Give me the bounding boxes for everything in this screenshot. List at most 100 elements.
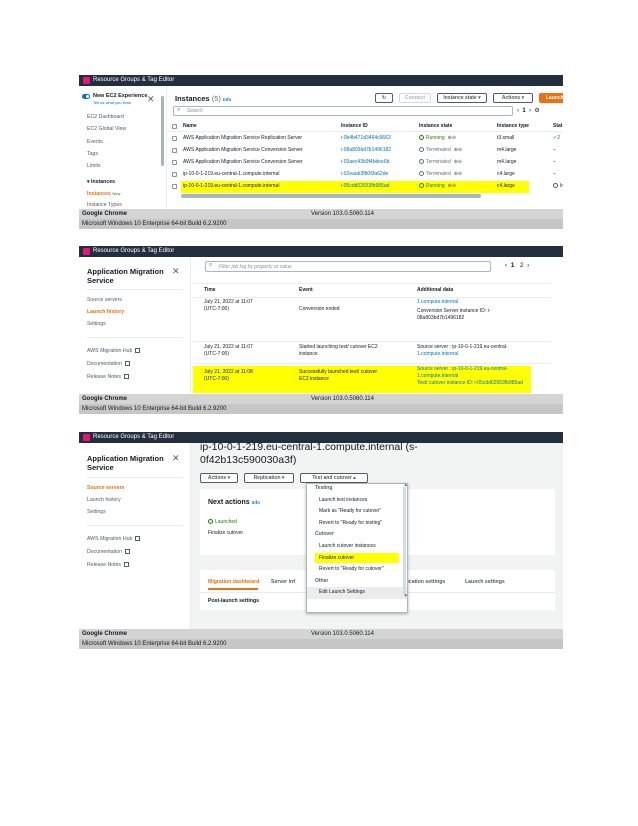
tab-migration-dashboard[interactable]: Migration dashboard [208, 579, 259, 585]
refresh-button[interactable]: ↻ [375, 93, 393, 103]
sidebar-item-instances[interactable]: Instances New [87, 191, 120, 197]
table-row[interactable]: AWS Application Migration Service Conver… [167, 157, 563, 169]
column-header-instance-id[interactable]: Instance ID [341, 123, 368, 130]
next-page-icon[interactable]: › [529, 108, 531, 114]
connect-button[interactable]: Connect [399, 93, 431, 103]
actions-button[interactable]: Actions ▾ [493, 93, 533, 103]
settings-gear-icon[interactable]: ⚙ [534, 108, 539, 114]
instance-state-button[interactable]: Instance state ▾ [437, 93, 487, 103]
row-checkbox[interactable] [172, 160, 177, 165]
sidebar-item-migration-hub[interactable]: AWS Migration Hub [87, 348, 141, 354]
sidebar-item-source-servers[interactable]: Source servers [87, 297, 122, 303]
menu-item-revert-ready-for-testing[interactable]: Revert to "Ready for testing" [307, 518, 407, 529]
sidebar-item-release-notes[interactable]: Release Notes [87, 562, 130, 568]
zoom-icons[interactable]: ⊕⊖ [448, 135, 456, 141]
sidebar-item-dashboard[interactable]: EC2 Dashboard [87, 114, 124, 120]
horizontal-scrollbar[interactable] [181, 194, 481, 198]
sidebar-item-migration-hub[interactable]: AWS Migration Hub [87, 536, 141, 542]
table-row-highlighted: July 21, 2022 at 11:08 (UTC-7:00) Success… [193, 366, 551, 393]
tab-launch-settings[interactable]: Launch settings [465, 579, 505, 585]
instance-id-link[interactable]: i-05cdd02653fb985ad [341, 183, 389, 190]
table-row[interactable]: AWS Application Migration Service Replic… [167, 133, 563, 145]
prev-page-icon[interactable]: ‹ [517, 108, 519, 114]
sidebar-item-release-notes[interactable]: Release Notes [87, 374, 130, 380]
sidebar-item-events[interactable]: Events [87, 139, 103, 145]
launch-instances-button[interactable]: Launch instances [539, 93, 563, 103]
actions-button[interactable]: Actions ▾ [200, 473, 238, 483]
instance-id-link[interactable]: i-0b4b471d3464c9663 [341, 135, 391, 142]
table-row[interactable]: AWS Application Migration Service Conver… [167, 145, 563, 157]
row-checkbox[interactable] [172, 136, 177, 141]
sidebar-item-tags[interactable]: Tags [87, 151, 98, 157]
status-check: ✓2 [553, 135, 560, 141]
sidebar-item-settings[interactable]: Settings [87, 321, 106, 327]
close-icon[interactable]: ✕ [147, 94, 155, 105]
info-link[interactable]: Info [252, 500, 260, 505]
scroll-up-icon[interactable]: ▴ [404, 482, 407, 488]
browser-version: Version 103.0.5060.114 [311, 211, 374, 217]
sidebar-item-documentation[interactable]: Documentation [87, 361, 130, 367]
row-checkbox[interactable] [172, 172, 177, 177]
sidebar-item-instance-types[interactable]: Instance Types [87, 202, 122, 208]
test-and-cutover-button[interactable]: Test and cutover ▴ [300, 473, 368, 483]
column-header-instance-type[interactable]: Instance type [497, 123, 529, 130]
page-2[interactable]: 2 [520, 262, 524, 269]
row-checkbox[interactable] [172, 148, 177, 153]
table-row: July 21, 2022 at 11:07 (UTC-7:00) Convers… [193, 298, 551, 329]
menu-item-edit-launch-settings[interactable]: Edit Launch Settings [307, 587, 407, 598]
column-header-name[interactable]: Name [183, 123, 197, 130]
instance-id-link[interactable]: i-08a803bd7b1496182 [341, 147, 391, 154]
replication-button[interactable]: Replication ▾ [244, 473, 294, 483]
sidebar-scrollbar[interactable] [161, 96, 164, 166]
zoom-icons[interactable]: ⊕⊖ [448, 183, 456, 189]
page-number[interactable]: 1 [522, 108, 525, 114]
menu-item-mark-ready-for-cutover[interactable]: Mark as "Ready for cutover" [307, 506, 407, 517]
table-row-highlighted[interactable]: ip-10-0-1-219.eu-central-1.compute.inter… [167, 181, 563, 193]
table-row[interactable]: ip-10-0-1-219.eu-central-1.compute.inter… [167, 169, 563, 181]
resource-groups-link[interactable]: Resource Groups & Tag Editor [93, 247, 174, 256]
zoom-icons[interactable]: ⊕⊖ [454, 147, 462, 153]
menu-item-finalize-cutover[interactable]: Finalize cutover [307, 553, 407, 563]
resource-groups-link[interactable]: Resource Groups & Tag Editor [93, 433, 174, 442]
menu-item-launch-cutover-instances[interactable]: Launch cutover instances [307, 541, 407, 552]
instance-id-link[interactable]: i-03aec43b9f4bdee6b [341, 159, 389, 166]
close-icon[interactable]: ✕ [172, 266, 180, 277]
menu-scrollbar[interactable] [403, 487, 406, 595]
page-1[interactable]: 1 [511, 262, 515, 269]
sidebar-item-global-view[interactable]: EC2 Global View [87, 126, 126, 132]
filter-input[interactable]: ⌕ Filter job log by property or value [205, 261, 491, 272]
filter-placeholder: Filter job log by property or value [219, 264, 292, 270]
prev-page-icon[interactable]: ‹ [505, 262, 507, 269]
os-info: Microsoft Windows 10 Enterprise 64-bit B… [82, 406, 227, 412]
search-input[interactable]: ⌕ Search [173, 106, 513, 116]
feedback-link[interactable]: Tell us what you think [93, 100, 131, 105]
row-checkbox[interactable] [172, 184, 177, 189]
external-link-icon [124, 374, 130, 380]
next-page-icon[interactable]: › [527, 262, 529, 269]
sidebar-item-source-servers[interactable]: Source servers [87, 485, 125, 491]
tab-server-info[interactable]: Server inf [271, 579, 295, 585]
zoom-icons[interactable]: ⊕⊖ [454, 171, 462, 177]
info-link[interactable]: Info [223, 97, 231, 102]
column-header-status[interactable]: Stat [553, 123, 562, 130]
menu-item-revert-ready-for-cutover[interactable]: Revert to "Ready for cutover" [307, 564, 407, 575]
sidebar-item-settings[interactable]: Settings [87, 509, 106, 515]
minus-circle-icon [419, 147, 424, 152]
sidebar-section-instances[interactable]: ▾ Instances [87, 179, 115, 185]
column-header-instance-state[interactable]: Instance state [419, 123, 452, 130]
launched-status: Launched [208, 519, 237, 525]
sidebar-item-limits[interactable]: Limits [87, 163, 101, 169]
select-all-checkbox[interactable] [172, 124, 177, 129]
sidebar-item-launch-history[interactable]: Launch history [87, 309, 124, 315]
resource-groups-link[interactable]: Resource Groups & Tag Editor [93, 76, 174, 85]
scroll-down-icon[interactable]: ▾ [404, 593, 407, 599]
instance-id-link[interactable]: i-02eaab3fb06fa62de [341, 171, 388, 178]
zoom-icons[interactable]: ⊕⊖ [454, 159, 462, 165]
new-experience-toggle[interactable] [82, 94, 90, 99]
close-icon[interactable]: ✕ [172, 453, 180, 464]
sidebar-item-documentation[interactable]: Documentation [87, 549, 130, 555]
sidebar-item-launch-history[interactable]: Launch history [87, 497, 121, 503]
menu-item-launch-test-instances[interactable]: Launch test instances [307, 495, 407, 506]
post-launch-settings-label: Post-launch settings [208, 598, 260, 604]
divider [87, 477, 183, 478]
